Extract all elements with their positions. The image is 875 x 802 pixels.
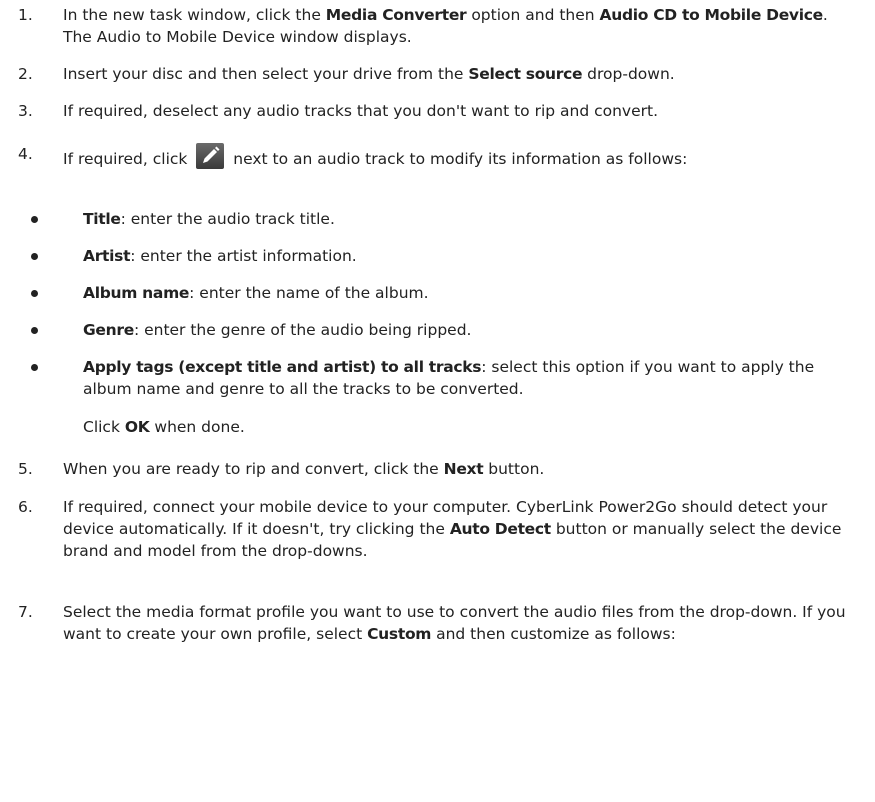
- bullet-term: Apply tags (except title and artist) to …: [83, 358, 482, 376]
- select-source-term: Select source: [468, 65, 583, 83]
- bullet-term: Artist: [83, 247, 131, 265]
- step-text: Insert your disc and then select your dr…: [63, 65, 675, 83]
- step-number: 3.: [18, 102, 33, 120]
- step-text: If required, deselect any audio tracks t…: [63, 102, 659, 120]
- step-text: If required, connect your mobile device …: [63, 498, 842, 560]
- step-7: 7. Select the media format profile you w…: [0, 601, 859, 645]
- step-text: In the new task window, click the Media …: [63, 6, 828, 46]
- bullet-dot: [31, 253, 38, 260]
- ok-term: OK: [124, 418, 150, 436]
- bullet-term: Genre: [83, 321, 134, 339]
- step-number: 7.: [18, 603, 33, 621]
- custom-term: Custom: [367, 625, 432, 643]
- bullet-title: Title: enter the audio track title.: [0, 208, 859, 230]
- step-3: 3. If required, deselect any audio track…: [0, 100, 859, 122]
- bullet-genre: Genre: enter the genre of the audio bein…: [0, 319, 859, 341]
- step-number: 2.: [18, 65, 33, 83]
- audio-cd-to-mobile-term: Audio CD to Mobile Device: [599, 6, 824, 24]
- step-2: 2. Insert your disc and then select your…: [0, 63, 859, 85]
- step-6: 6. If required, connect your mobile devi…: [0, 496, 859, 562]
- media-converter-term: Media Converter: [325, 6, 467, 24]
- pencil-edit-icon: [196, 143, 225, 169]
- step-number: 4.: [18, 145, 33, 163]
- step-5: 5. When you are ready to rip and convert…: [0, 458, 859, 480]
- bullet-artist: Artist: enter the artist information.: [0, 245, 859, 267]
- bullet-album-name: Album name: enter the name of the album.: [0, 282, 859, 304]
- next-term: Next: [443, 460, 484, 478]
- bullet-dot: [31, 327, 38, 334]
- step-text: If required, click next to an audio trac…: [63, 143, 859, 170]
- step-number: 6.: [18, 498, 33, 516]
- bullet-dot: [31, 364, 38, 371]
- bullet-dot: [31, 216, 38, 223]
- step-1: 1. In the new task window, click the Med…: [0, 4, 859, 48]
- ok-note: Click OK when done.: [83, 418, 245, 436]
- bullet-term: Album name: [83, 284, 190, 302]
- step-text: When you are ready to rip and convert, c…: [63, 460, 545, 478]
- auto-detect-term: Auto Detect: [449, 520, 551, 538]
- bullet-dot: [31, 290, 38, 297]
- step-4: 4. If required, click next to an audio t…: [0, 143, 859, 170]
- step-number: 1.: [18, 6, 33, 24]
- step-number: 5.: [18, 460, 33, 478]
- bullet-apply-tags: Apply tags (except title and artist) to …: [0, 356, 859, 400]
- step-text: Select the media format profile you want…: [63, 603, 846, 643]
- bullet-term: Title: [83, 210, 121, 228]
